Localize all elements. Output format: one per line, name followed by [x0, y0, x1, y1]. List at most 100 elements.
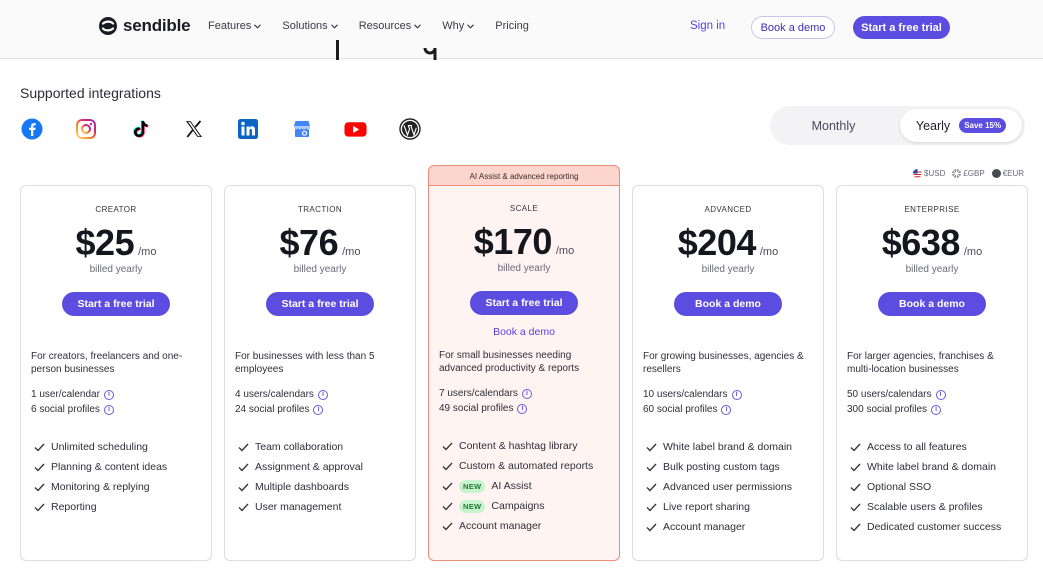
feature-item: Access to all features [849, 437, 1021, 457]
check-icon [645, 521, 657, 533]
new-badge: NEW [459, 479, 486, 493]
info-icon[interactable]: i [317, 389, 328, 400]
plan-card-traction: TRACTION $76 /mo billed yearly Start a f… [224, 185, 416, 561]
plan-name: SCALE [509, 204, 539, 213]
check-icon [645, 501, 657, 513]
feature-label: Multiple dashboards [255, 481, 349, 493]
feature-item: NEW Campaigns [441, 496, 613, 516]
heading-fragment-decoration [320, 40, 450, 60]
check-icon [33, 441, 45, 453]
limit-text: 300 social profiles [847, 404, 928, 415]
feature-item: Account manager [441, 516, 613, 536]
nav-item-label: Why [442, 20, 465, 32]
plan-description: For larger agencies, franchises & multi-… [847, 351, 994, 375]
check-icon [645, 441, 657, 453]
info-icon[interactable]: i [931, 404, 942, 415]
feature-label: Campaigns [491, 500, 545, 512]
start-trial-button[interactable]: Start a free trial [266, 292, 374, 316]
info-icon[interactable]: i [103, 404, 114, 415]
feature-item: Account manager [645, 517, 817, 537]
feature-label: Access to all features [867, 441, 967, 453]
info-icon[interactable]: i [721, 404, 732, 415]
toggle-monthly-option[interactable]: Monthly [770, 106, 897, 145]
plan-price: $25 [75, 222, 135, 263]
check-icon [441, 460, 453, 472]
plan-name: CREATOR [95, 205, 137, 214]
info-icon[interactable]: i [521, 388, 532, 399]
limit-text: 10 users/calendars [643, 389, 728, 400]
feature-item: Assignment & approval [237, 457, 409, 477]
check-icon [441, 440, 453, 452]
info-icon[interactable]: i [517, 403, 528, 414]
feature-list: Unlimited scheduling Planning & content … [33, 437, 205, 517]
check-icon [237, 481, 249, 493]
nav-item-why[interactable]: Why [442, 20, 475, 32]
book-demo-link[interactable]: Book a demo [429, 326, 619, 338]
x-icon [182, 117, 205, 140]
start-trial-button[interactable]: Start a free trial [853, 16, 950, 39]
nav-item-pricing[interactable]: Pricing [495, 20, 529, 32]
feature-item: White label brand & domain [645, 437, 817, 457]
feature-item: Reporting [33, 497, 205, 517]
currency-label: €EUR [1002, 169, 1025, 178]
book-demo-button[interactable]: Book a demo [878, 292, 986, 316]
plan-card-scale: SCALE $170 /mo billed yearly Start a fre… [428, 185, 620, 561]
check-icon [645, 461, 657, 473]
book-demo-button[interactable]: Book a demo [751, 16, 835, 39]
sendible-logo-icon [99, 17, 117, 35]
info-icon[interactable]: i [313, 404, 324, 415]
nav-item-resources[interactable]: Resources [359, 20, 422, 32]
plan-limit-users: 1 user/calendar i [31, 389, 114, 400]
check-icon [849, 521, 861, 533]
currency-label: $USD [924, 169, 946, 178]
book-demo-button[interactable]: Book a demo [674, 292, 782, 316]
toggle-yearly-option[interactable]: Yearly Save 15% [900, 109, 1022, 142]
plan-name: TRACTION [297, 205, 343, 214]
currency-gbp[interactable]: £GBP [952, 169, 985, 178]
limit-text: 4 users/calendars [235, 389, 314, 400]
main-nav: Features Solutions Resources Why Pricing [208, 20, 529, 32]
plan-price: $76 [279, 222, 339, 263]
sendible-logo[interactable]: sendible [98, 16, 191, 36]
price-row: $25 /mo [21, 222, 211, 264]
currency-usd[interactable]: $USD [913, 169, 945, 178]
integration-icons [20, 117, 421, 140]
check-icon [849, 481, 861, 493]
feature-item: User management [237, 497, 409, 517]
plan-name: ADVANCED [704, 205, 752, 214]
feature-list: Access to all features White label brand… [849, 437, 1021, 537]
start-trial-button[interactable]: Start a free trial [470, 291, 578, 315]
info-icon[interactable]: i [731, 389, 742, 400]
check-icon [237, 501, 249, 513]
feature-label: Custom & automated reports [459, 460, 594, 472]
start-trial-button[interactable]: Start a free trial [62, 292, 170, 316]
currency-selector: $USD £GBP €EUR [913, 169, 1024, 178]
price-period: /mo [963, 246, 983, 258]
plan-limit-users: 50 users/calendars i [847, 389, 946, 400]
us-flag-icon [913, 169, 922, 178]
feature-item: White label brand & domain [849, 457, 1021, 477]
plan-description: For creators, freelancers and one-person… [31, 351, 183, 375]
feature-label: Assignment & approval [255, 461, 363, 473]
feature-label: Account manager [663, 521, 746, 533]
wordpress-icon [398, 117, 421, 140]
info-icon[interactable]: i [935, 389, 946, 400]
uk-flag-icon [952, 169, 962, 178]
plan-limit-users: 4 users/calendars i [235, 389, 328, 400]
check-icon [441, 520, 453, 532]
info-icon[interactable]: i [103, 389, 114, 400]
billing-note: billed yearly [497, 263, 551, 274]
new-badge: NEW [459, 499, 486, 513]
instagram-icon [74, 117, 97, 140]
feature-item: Unlimited scheduling [33, 437, 205, 457]
plan-description: For small businesses needing advanced pr… [439, 350, 580, 374]
limit-text: 6 social profiles [31, 404, 100, 415]
currency-eur[interactable]: €EUR [991, 169, 1025, 178]
sign-in-link[interactable]: Sign in [690, 20, 725, 32]
chevron-down-icon [414, 23, 422, 29]
nav-item-solutions[interactable]: Solutions [282, 20, 338, 32]
nav-item-features[interactable]: Features [208, 20, 262, 32]
youtube-icon [344, 117, 367, 140]
plan-limit-profiles: 6 social profiles i [31, 404, 114, 415]
check-icon [33, 481, 45, 493]
